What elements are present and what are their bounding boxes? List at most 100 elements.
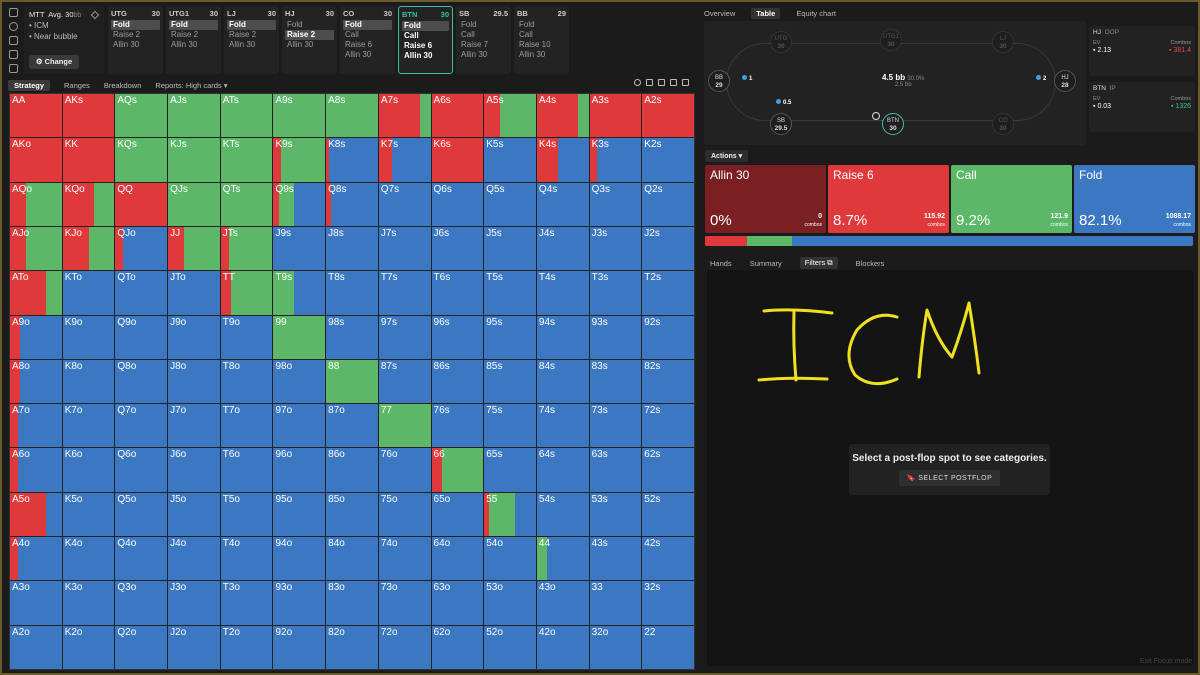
hand-cell[interactable]: 85s bbox=[484, 359, 536, 404]
hand-cell[interactable]: JTs bbox=[220, 226, 273, 271]
hand-cell[interactable]: Q5s bbox=[484, 182, 536, 226]
position-co[interactable]: CO 30 Fold Call Raise 6 Allin 30 bbox=[340, 6, 395, 74]
hand-cell[interactable]: K8o bbox=[62, 359, 115, 404]
hand-cell[interactable]: 84o bbox=[326, 537, 378, 581]
action-option[interactable]: Raise 10 bbox=[517, 40, 566, 50]
hand-cell[interactable]: Q6o bbox=[115, 448, 168, 492]
action-option[interactable]: Allin 30 bbox=[459, 50, 508, 60]
hand-cell[interactable]: A7o bbox=[10, 404, 62, 448]
action-option[interactable]: Fold bbox=[343, 20, 392, 30]
compact-view-icon[interactable] bbox=[670, 79, 677, 86]
tab-table[interactable]: Table bbox=[751, 8, 781, 19]
hand-cell[interactable]: Q7o bbox=[115, 404, 168, 448]
hand-cell[interactable]: QJo bbox=[115, 226, 168, 271]
hand-cell[interactable]: TT bbox=[220, 271, 273, 315]
hand-cell[interactable]: 94o bbox=[273, 537, 326, 581]
hand-cell[interactable]: K4s bbox=[536, 138, 589, 182]
hand-cell[interactable]: K9o bbox=[62, 315, 115, 359]
hand-cell[interactable]: AQs bbox=[115, 94, 168, 138]
hand-cell[interactable]: T6s bbox=[431, 271, 484, 315]
position-lj[interactable]: LJ 30 Fold Raise 2 Allin 30 bbox=[224, 6, 279, 74]
hand-cell[interactable]: K3o bbox=[62, 581, 115, 625]
hand-cell[interactable]: T3o bbox=[220, 581, 273, 625]
action-option[interactable]: Allin 30 bbox=[227, 40, 276, 50]
hand-cell[interactable]: AQo bbox=[10, 182, 62, 226]
hand-cell[interactable]: 42s bbox=[642, 537, 694, 581]
action-card-call[interactable]: Call 9.2% 121.9 combos bbox=[951, 165, 1072, 233]
hand-cell[interactable]: J5s bbox=[484, 226, 536, 271]
hand-cell[interactable]: 96s bbox=[431, 315, 484, 359]
hand-cell[interactable]: K9s bbox=[273, 138, 326, 182]
action-option[interactable]: Allin 30 bbox=[111, 40, 160, 50]
hand-cell[interactable]: Q4s bbox=[536, 182, 589, 226]
seat-utg1[interactable]: UTG1 30 bbox=[880, 29, 902, 51]
action-option[interactable]: Raise 2 bbox=[169, 30, 218, 40]
seat-sb[interactable]: SB 29.5 bbox=[770, 113, 792, 135]
hand-cell[interactable]: 87s bbox=[378, 359, 431, 404]
exit-focus-link[interactable]: Exit Focus mode bbox=[1140, 658, 1192, 665]
hand-cell[interactable]: Q8s bbox=[326, 182, 378, 226]
refresh-icon[interactable] bbox=[8, 22, 18, 31]
hand-cell[interactable]: JJ bbox=[168, 226, 220, 271]
hand-cell[interactable]: A5s bbox=[484, 94, 536, 138]
action-option[interactable]: Allin 30 bbox=[169, 40, 218, 50]
hand-cell[interactable]: 92o bbox=[273, 625, 326, 669]
hand-cell[interactable]: J9s bbox=[273, 226, 326, 271]
action-option[interactable]: Raise 7 bbox=[459, 40, 508, 50]
hand-cell[interactable]: A3s bbox=[589, 94, 642, 138]
hand-cell[interactable]: 65s bbox=[484, 448, 536, 492]
action-option[interactable]: Allin 30 bbox=[402, 51, 449, 61]
hand-cell[interactable]: K7o bbox=[62, 404, 115, 448]
hand-cell[interactable]: 72o bbox=[378, 625, 431, 669]
action-option[interactable]: Fold bbox=[285, 20, 334, 30]
hand-cell[interactable]: 53o bbox=[484, 581, 536, 625]
tab-breakdown[interactable]: Breakdown bbox=[104, 81, 142, 90]
hand-cell[interactable]: A2s bbox=[642, 94, 694, 138]
hand-cell[interactable]: A7s bbox=[378, 94, 431, 138]
hand-cell[interactable]: ATs bbox=[220, 94, 273, 138]
position-utg1[interactable]: UTG1 30 Fold Raise 2 Allin 30 bbox=[166, 6, 221, 74]
hand-cell[interactable]: 85o bbox=[326, 492, 378, 537]
hand-cell[interactable]: KQo bbox=[62, 182, 115, 226]
hand-cell[interactable]: 42o bbox=[536, 625, 589, 669]
action-option[interactable]: Fold bbox=[402, 21, 449, 31]
hand-cell[interactable]: 73s bbox=[589, 404, 642, 448]
position-hj[interactable]: HJ 30 Fold Raise 2 Allin 30 bbox=[282, 6, 337, 74]
hand-cell[interactable]: K2o bbox=[62, 625, 115, 669]
hand-cell[interactable]: JTo bbox=[168, 271, 220, 315]
action-card-allin-30[interactable]: Allin 30 0% 0 combos bbox=[705, 165, 826, 233]
action-option[interactable]: Call bbox=[459, 30, 508, 40]
hand-cell[interactable]: 94s bbox=[536, 315, 589, 359]
hand-cell[interactable]: 75o bbox=[378, 492, 431, 537]
hand-cell[interactable]: 62s bbox=[642, 448, 694, 492]
hand-cell[interactable]: K7s bbox=[378, 138, 431, 182]
hand-cell[interactable]: 95s bbox=[484, 315, 536, 359]
width-icon[interactable] bbox=[8, 64, 18, 73]
hand-cell[interactable]: K5o bbox=[62, 492, 115, 537]
hand-cell[interactable]: A5o bbox=[10, 492, 62, 537]
hand-cell[interactable]: T4s bbox=[536, 271, 589, 315]
hand-cell[interactable]: K6o bbox=[62, 448, 115, 492]
hand-cell[interactable]: T5o bbox=[220, 492, 273, 537]
hand-cell[interactable]: 98o bbox=[273, 359, 326, 404]
hand-cell[interactable]: J4o bbox=[168, 537, 220, 581]
action-option[interactable]: Fold bbox=[517, 20, 566, 30]
hand-cell[interactable]: Q2o bbox=[115, 625, 168, 669]
tab-strategy[interactable]: Strategy bbox=[8, 79, 51, 91]
hand-cell[interactable]: 43o bbox=[536, 581, 589, 625]
hand-cell[interactable]: QTo bbox=[115, 271, 168, 315]
position-sb[interactable]: SB 29.5 Fold Call Raise 7 Allin 30 bbox=[456, 6, 511, 74]
tab-overview[interactable]: Overview bbox=[704, 9, 735, 18]
tab-blockers[interactable]: Blockers bbox=[856, 259, 885, 268]
hand-cell[interactable]: J7o bbox=[168, 404, 220, 448]
hand-cell[interactable]: QQ bbox=[115, 182, 168, 226]
hand-cell[interactable]: 63s bbox=[589, 448, 642, 492]
hand-cell[interactable]: A4o bbox=[10, 537, 62, 581]
hand-cell[interactable]: 73o bbox=[378, 581, 431, 625]
hand-cell[interactable]: A9o bbox=[10, 315, 62, 359]
hand-cell[interactable]: 86s bbox=[431, 359, 484, 404]
hand-cell[interactable]: 33 bbox=[589, 581, 642, 625]
hand-cell[interactable]: J9o bbox=[168, 315, 220, 359]
hand-cell[interactable]: A2o bbox=[10, 625, 62, 669]
hand-cell[interactable]: A8o bbox=[10, 359, 62, 404]
